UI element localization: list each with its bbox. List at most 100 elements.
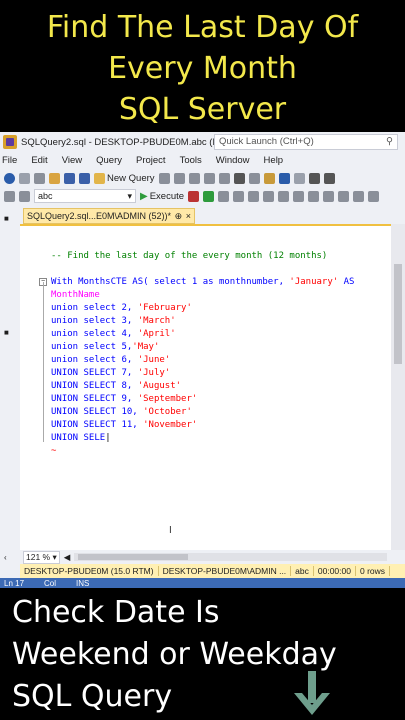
live-stats-icon[interactable] (278, 190, 290, 202)
menu-file[interactable]: File (2, 155, 17, 166)
dmx-query-icon[interactable] (203, 172, 215, 184)
forward-icon[interactable] (19, 172, 30, 184)
menu-project[interactable]: Project (136, 155, 166, 166)
code-text[interactable]: -- Find the last day of the every month … (51, 250, 354, 458)
display-plan-icon[interactable] (218, 190, 230, 202)
scroll-thumb[interactable] (394, 264, 402, 364)
tab-label: SQLQuery2.sql...E0M\ADMIN (52))* (27, 211, 172, 221)
new-query-icon (94, 172, 105, 184)
copy-icon[interactable] (248, 172, 260, 184)
tab-sqlquery2[interactable]: SQLQuery2.sql...E0M\ADMIN (52))* ⊕ × (23, 208, 195, 224)
chevron-down-icon: ▾ (52, 551, 57, 562)
horizontal-scrollbar[interactable] (74, 553, 387, 561)
comment-icon[interactable] (353, 190, 365, 202)
code-u8a: UNION SELECT 8, (51, 381, 138, 391)
status-time: 00:00:00 (314, 566, 356, 576)
results-file-icon[interactable] (338, 190, 350, 202)
client-stats-icon[interactable] (293, 190, 305, 202)
scroll-left-icon[interactable]: ◀ (64, 552, 71, 563)
pin-icon[interactable]: ⊕ (175, 211, 183, 222)
arrow-down-icon (294, 671, 330, 715)
status-rows: 0 rows (356, 566, 391, 576)
banner-line-1: Find The Last Day Of (46, 10, 359, 45)
uncomment-icon[interactable] (368, 190, 380, 202)
redo-icon[interactable] (293, 172, 305, 184)
execute-button[interactable]: ▶ Execute (140, 191, 184, 202)
code-comment: -- Find the last day of the every month … (51, 251, 328, 261)
menu-edit[interactable]: Edit (31, 155, 47, 166)
code-u4a: union select 4, (51, 329, 138, 339)
zoom-value: 121 % (26, 551, 51, 562)
menu-window[interactable]: Window (216, 155, 250, 166)
document-tab-row: SQLQuery2.sql...E0M\ADMIN (52))* ⊕ × (20, 208, 405, 224)
new-query-label: New Query (107, 172, 155, 184)
top-banner: Find The Last Day Of Every Month SQL Ser… (0, 0, 405, 132)
menu-help[interactable]: Help (264, 155, 284, 166)
code-with-a: With MonthsCTE AS( select 1 as monthnumb… (51, 277, 290, 287)
xmla-query-icon[interactable] (218, 172, 230, 184)
ide-status-bar: Ln 17 Col INS (0, 578, 405, 588)
undo-icon[interactable] (278, 172, 290, 184)
save-all-icon[interactable] (79, 172, 90, 184)
banner-line-2: Every Month (108, 51, 297, 86)
quick-launch-input[interactable]: Quick Launch (Ctrl+Q) ⚲ (214, 134, 398, 150)
actual-plan-icon[interactable] (263, 190, 275, 202)
scroll-left-icon[interactable]: ‹ (4, 553, 14, 563)
status-db: abc (291, 566, 314, 576)
query-options-icon[interactable] (233, 190, 245, 202)
cut-icon[interactable] (233, 172, 245, 184)
code-u5a: union select 5, (51, 342, 133, 352)
sql-editor-toolbar: abc ▾ ▶ Execute (0, 188, 405, 204)
menu-view[interactable]: View (62, 155, 82, 166)
save-icon[interactable] (64, 172, 75, 184)
editor-gutter (20, 226, 42, 550)
toolbox-icon[interactable]: ■ (4, 328, 14, 338)
mdx-query-icon[interactable] (188, 172, 200, 184)
left-dock-strip: ■ ■ ‹ (0, 208, 20, 572)
code-u3b: 'March' (137, 316, 176, 326)
results-text-icon[interactable] (308, 190, 320, 202)
code-u4b: 'April' (137, 329, 176, 339)
find-icon[interactable] (323, 172, 335, 184)
text-caret: | (105, 433, 111, 443)
change-connection-icon[interactable] (19, 190, 30, 202)
menu-tools[interactable]: Tools (180, 155, 202, 166)
cancel-query-icon[interactable] (188, 190, 200, 202)
back-icon[interactable] (4, 172, 15, 184)
open-file-icon[interactable] (49, 172, 60, 184)
footer-line-2: Weekend or Weekday (12, 637, 337, 672)
status-server: DESKTOP-PBUDE0M (15.0 RTM) (20, 566, 159, 576)
paste-icon[interactable] (263, 172, 275, 184)
menu-bar: File Edit View Query Project Tools Windo… (0, 152, 405, 168)
db-query-icon[interactable] (158, 172, 170, 184)
debug-icon[interactable] (308, 172, 320, 184)
code-u12: UNION SELE (51, 433, 106, 443)
zoom-select[interactable]: 121 % ▾ (23, 550, 60, 564)
footer-line-3: SQL Query (12, 679, 173, 714)
window-title: SQLQuery2.sql - DESKTOP-PBUDE0M.abc (DE.… (21, 136, 234, 148)
new-project-icon[interactable] (34, 172, 45, 184)
connect-icon[interactable] (4, 190, 15, 202)
close-icon[interactable]: × (186, 211, 191, 221)
line-number: Ln 17 (4, 578, 25, 588)
execute-icon: ▶ (140, 190, 148, 202)
results-grid-icon[interactable] (323, 190, 335, 202)
execute-label: Execute (149, 190, 185, 202)
object-explorer-icon[interactable]: ■ (4, 214, 14, 224)
vertical-scrollbar[interactable] (391, 224, 405, 550)
quick-launch-placeholder: Quick Launch (Ctrl+Q) (219, 136, 314, 147)
new-query-button[interactable]: New Query (94, 172, 155, 184)
analysis-query-icon[interactable] (173, 172, 185, 184)
i-beam-cursor-icon: I (169, 525, 172, 536)
query-editor[interactable]: − -- Find the last day of the every mont… (20, 224, 405, 550)
title-bar: SQLQuery2.sql - DESKTOP-PBUDE0M.abc (DE.… (0, 132, 405, 152)
database-select[interactable]: abc ▾ (34, 189, 136, 203)
code-u6a: union select 6, (51, 355, 138, 365)
chevron-down-icon: ▾ (127, 190, 132, 201)
code-u9b: 'September' (137, 394, 198, 404)
intellisense-icon[interactable] (248, 190, 260, 202)
parse-icon[interactable] (203, 190, 215, 202)
banner-line-3: SQL Server (118, 92, 287, 127)
menu-query[interactable]: Query (96, 155, 122, 166)
status-user: DESKTOP-PBUDE0M\ADMIN ... (159, 566, 292, 576)
